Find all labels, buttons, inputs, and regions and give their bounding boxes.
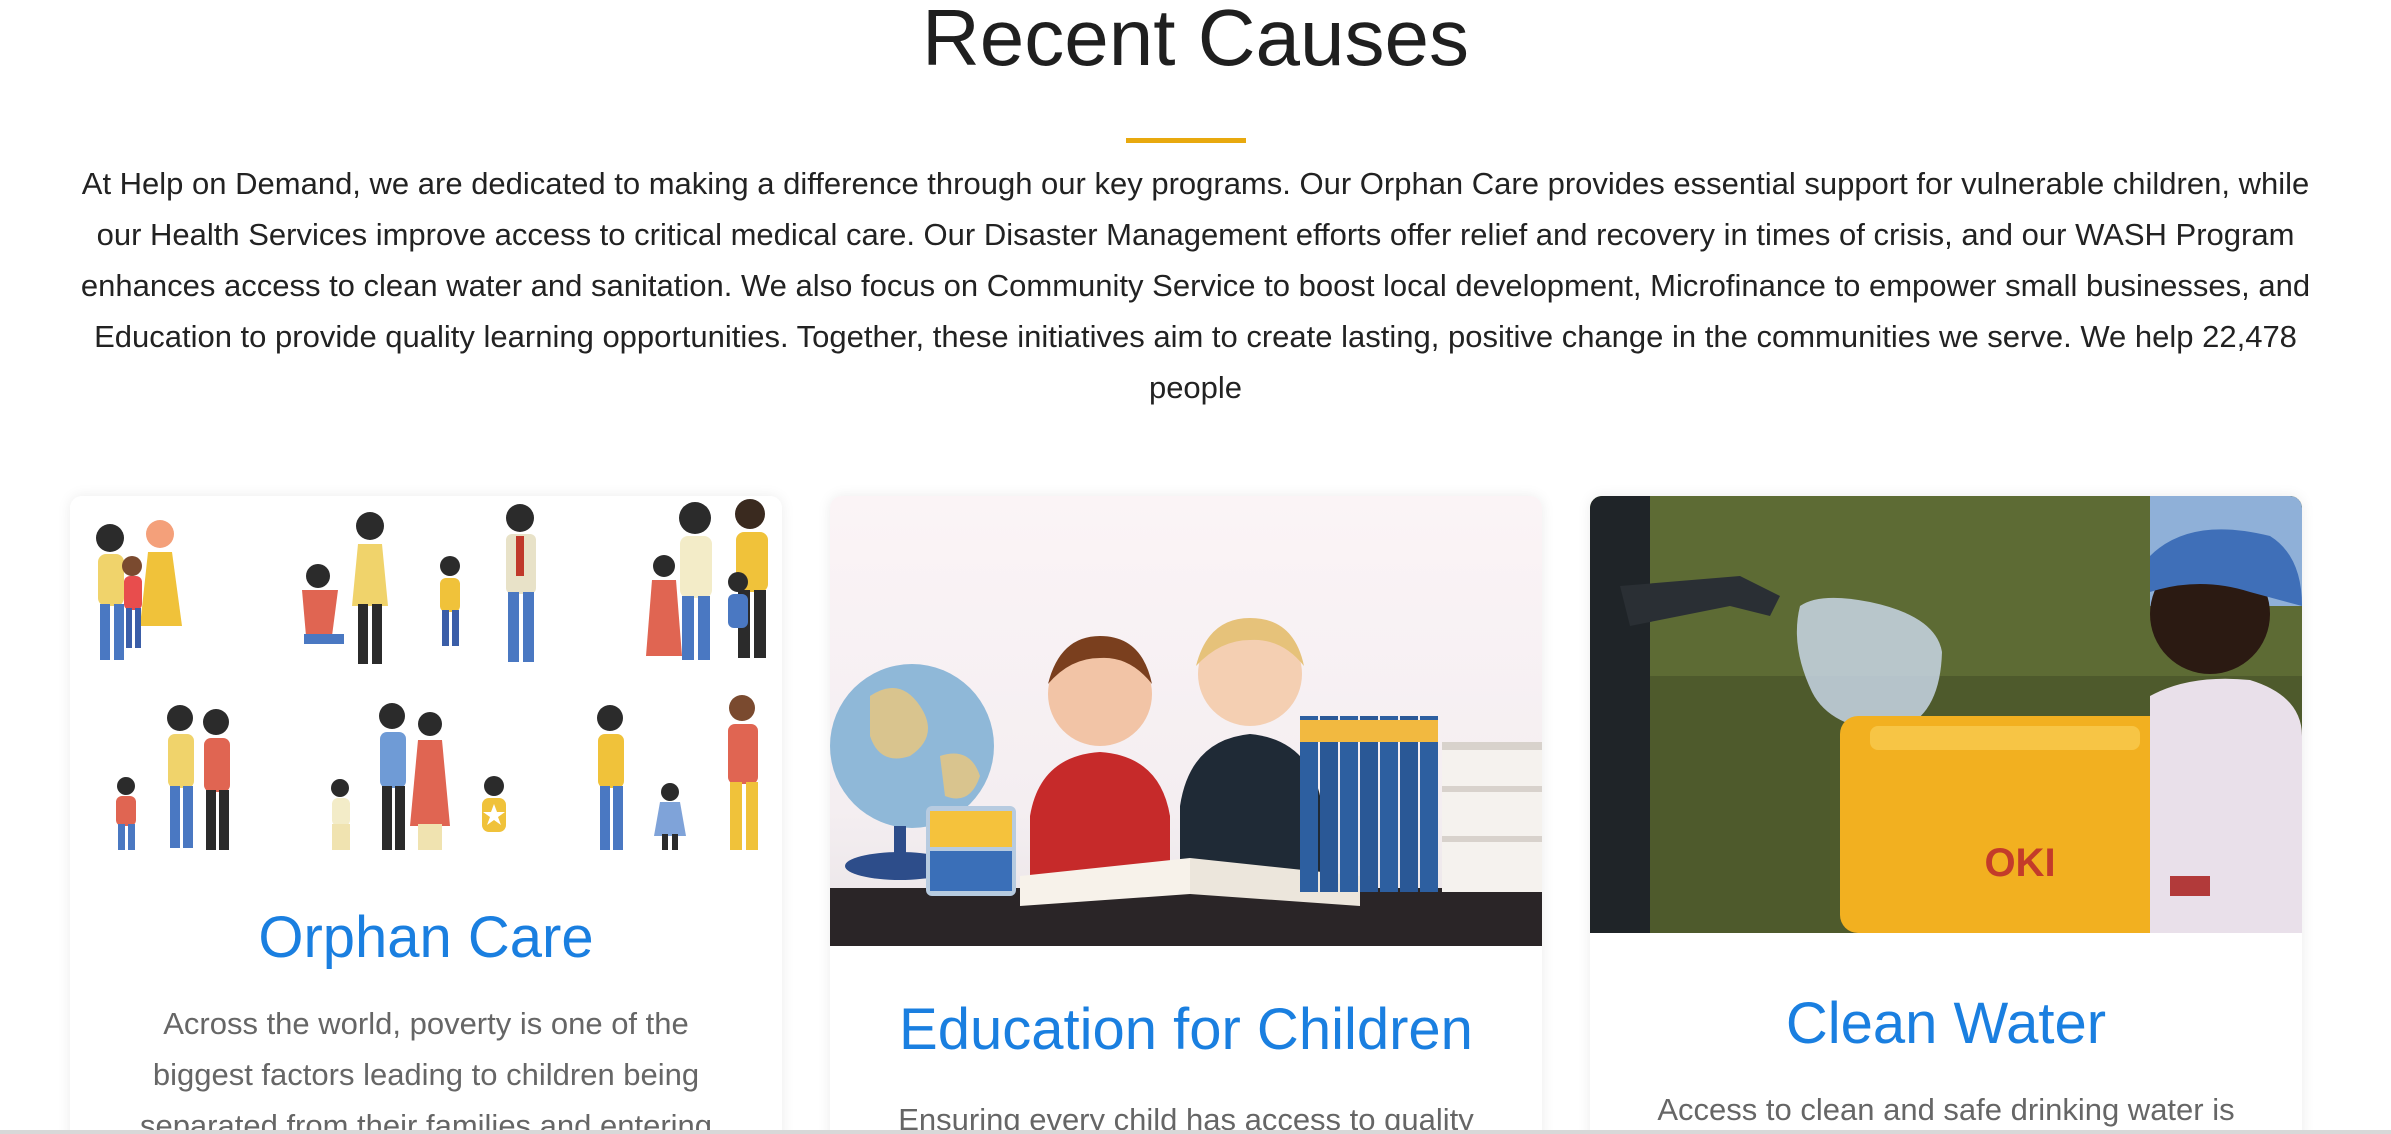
cause-card-clean-water[interactable]: OKI Clean Water Access to clean and safe… [1590,496,2302,1134]
svg-text:OKI: OKI [1984,841,2055,885]
cause-card-orphan-care[interactable]: Orphan Care Across the world, poverty is… [70,496,782,1134]
cause-description: Access to clean and safe drinking water … [1657,1092,2235,1127]
intro-paragraph: At Help on Demand, we are dedicated to m… [80,166,2311,405]
children-with-books-photo-icon[interactable] [830,496,1542,946]
cause-card-education[interactable]: Education for Children Ensuring every ch… [830,496,1542,1134]
section-title: Recent Causes [922,0,1469,82]
cause-title[interactable]: Orphan Care [70,904,782,971]
families-illustration-icon[interactable] [70,496,782,856]
bottom-divider [0,1130,2391,1134]
cause-title[interactable]: Education for Children [830,996,1542,1063]
cause-description: Ensuring every child has access to quali… [898,1102,1474,1134]
cause-title[interactable]: Clean Water [1590,990,2302,1057]
recent-causes-page: Recent Causes At Help on Demand, we are … [0,0,2391,1134]
title-underline [1126,138,1246,143]
water-jerrycan-photo-icon[interactable]: OKI [1590,496,2302,933]
cause-description: Across the world, poverty is one of the … [139,1006,713,1134]
